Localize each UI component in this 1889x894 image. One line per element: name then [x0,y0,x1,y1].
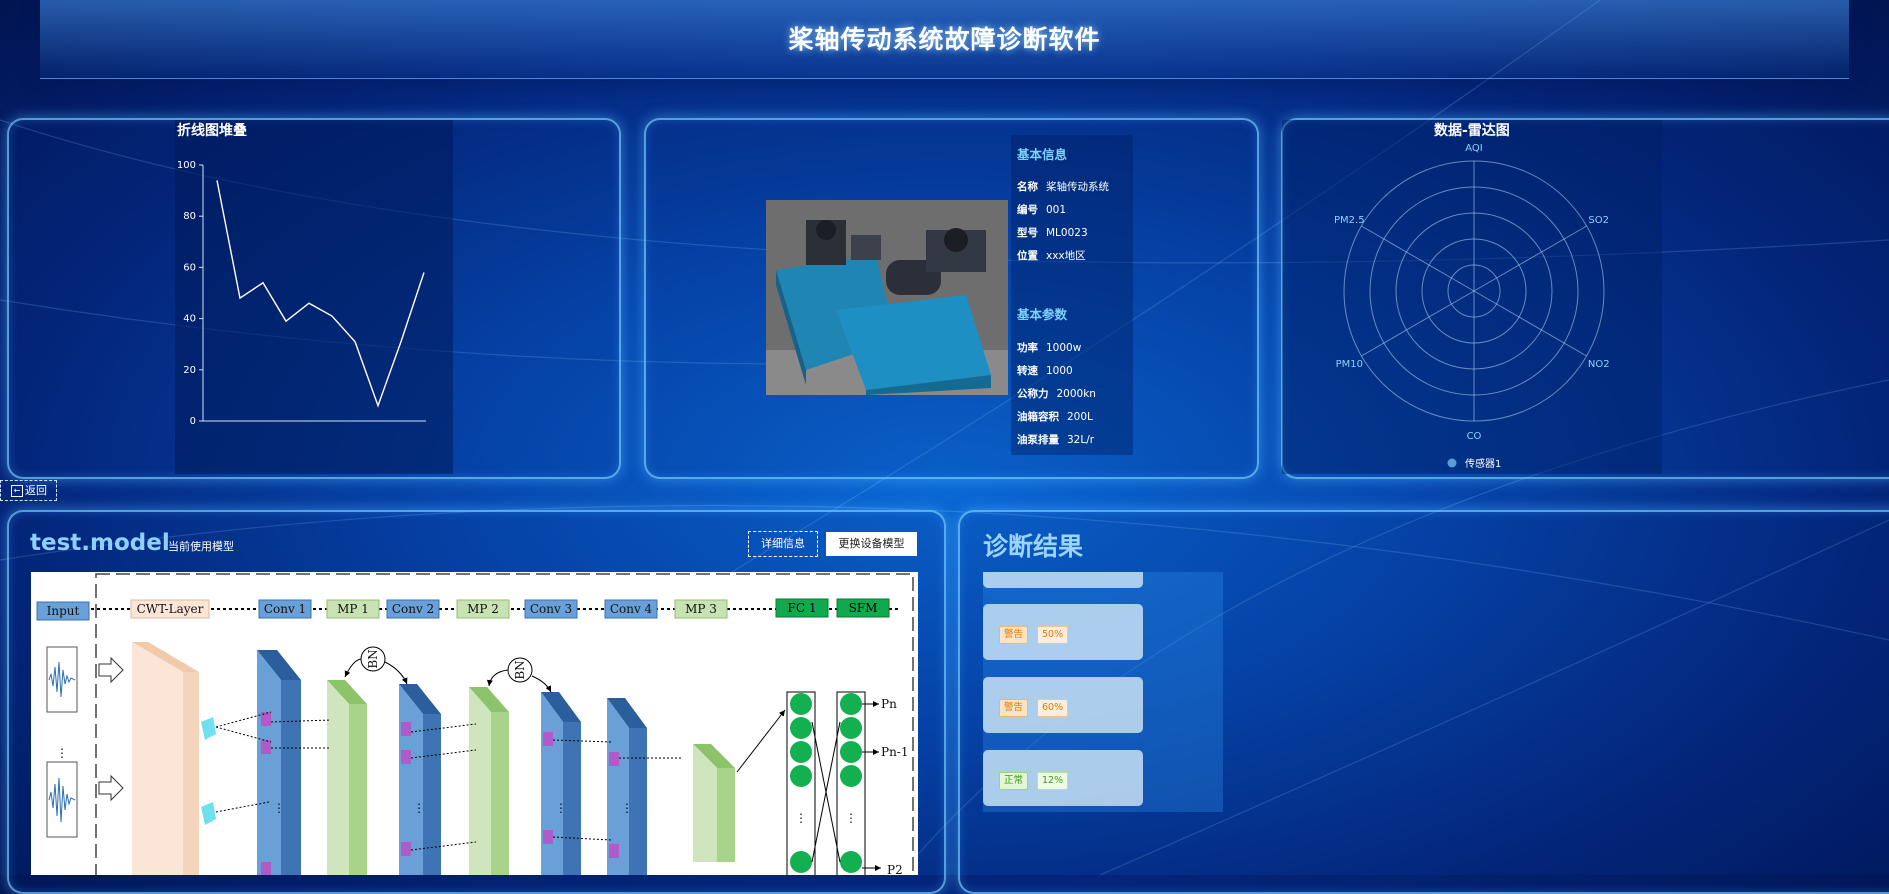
info-key: 名称 [1017,181,1038,193]
radar-spoke [1474,226,1587,291]
conv4-label: Conv 4 [610,602,653,616]
svg-text:Pn: Pn [881,697,897,711]
info-row: 编号 001 [1017,202,1066,217]
app-title: 桨轴传动系统故障诊断软件 [0,20,1889,56]
fc1-label: FC 1 [788,601,817,615]
info-value: 1000w [1046,342,1081,354]
y-tick-label: 40 [183,314,196,325]
svg-text:BN: BN [513,660,527,679]
radar-spoke [1361,291,1474,356]
radar-indicator-label: NO2 [1588,359,1610,370]
cwt-label: CWT-Layer [137,602,204,616]
svg-text:⋮: ⋮ [621,801,633,815]
back-button[interactable]: ← 返回 [0,480,57,501]
info-key: 转速 [1017,365,1038,377]
basic-info-title: 基本信息 [1017,144,1067,163]
svg-text:⋮: ⋮ [56,746,68,760]
svg-text:Pn-1: Pn-1 [881,745,909,759]
line-chart-title: 折线图堆叠 [177,120,247,140]
info-value: 200L [1067,411,1093,423]
info-value: ML0023 [1046,227,1088,239]
info-value: xxx地区 [1046,250,1086,262]
radar-indicator-label: CO [1467,431,1482,442]
result-percent-tag: 60% [1037,699,1068,717]
info-value: 1000 [1046,365,1073,377]
info-row: 位置 xxx地区 [1017,248,1086,263]
radar-indicator-label: PM10 [1336,359,1363,370]
radar-indicator-label: PM2.5 [1334,215,1365,226]
info-key: 功率 [1017,342,1038,354]
basic-params-title: 基本参数 [1017,304,1067,323]
info-row: 油泵排量 32L/r [1017,432,1094,447]
y-tick-label: 0 [190,416,196,427]
info-key: 油泵排量 [1017,434,1059,446]
info-row: 功率 1000w [1017,340,1081,355]
info-key: 油箱容积 [1017,411,1059,423]
info-value: 桨轴传动系统 [1046,181,1109,193]
back-arrow-icon: ← [11,485,23,497]
line-series [217,180,424,405]
radar-spoke [1361,226,1474,291]
input-label: Input [47,604,80,618]
result-card[interactable]: 警告 50% [983,604,1143,660]
conv2-label: Conv 2 [392,602,434,616]
info-row: 公称力 2000kn [1017,386,1096,401]
radar-legend-marker [1448,459,1457,468]
svg-text:⋮: ⋮ [555,801,567,815]
detail-info-button[interactable]: 详细信息 [748,531,818,557]
info-row: 转速 1000 [1017,363,1073,378]
mp1-label: MP 1 [337,602,369,616]
y-tick-label: 80 [183,211,196,222]
radar-spoke [1474,291,1587,356]
radar-indicator-label: AQI [1465,143,1483,154]
info-value: 001 [1046,204,1066,216]
info-key: 编号 [1017,204,1038,216]
info-row: 型号 ML0023 [1017,225,1088,240]
y-tick-label: 100 [177,160,196,171]
radar-chart: AQI SO2 NO2 CO PM10 PM2.5 传感器1 [1282,138,1662,474]
y-tick-label: 60 [183,262,196,273]
line-chart: 0 20 40 60 80 100 [175,150,453,440]
result-card-partial [983,572,1143,588]
result-percent-tag: 12% [1037,772,1068,790]
info-row: 名称桨轴传动系统 [1017,179,1109,194]
model-name: test.model [30,530,170,556]
info-value: 2000kn [1057,388,1096,400]
result-status-tag: 警告 [999,699,1028,717]
info-key: 位置 [1017,250,1038,262]
model-architecture-diagram: Input CWT-Layer Conv 1 MP 1 Conv 2 MP 2 … [31,572,918,875]
conv3-label: Conv 3 [530,602,572,616]
switch-model-button[interactable]: 更换设备模型 [826,532,917,556]
result-status-tag: 警告 [999,626,1028,644]
result-card[interactable]: 警告 60% [983,677,1143,733]
info-key: 型号 [1017,227,1038,239]
svg-text:P2: P2 [887,863,903,875]
radar-legend-label: 传感器1 [1465,457,1501,470]
radar-title: 数据-雷达图 [1434,120,1510,140]
result-percent-tag: 50% [1037,626,1068,644]
sfm-label: SFM [849,601,878,615]
device-photo [766,200,1008,395]
results-title: 诊断结果 [983,527,1083,563]
result-card[interactable]: 正常 12% [983,750,1143,806]
back-label: 返回 [25,480,47,501]
conv1-label: Conv 1 [264,602,306,616]
info-key: 公称力 [1017,388,1049,400]
info-value: 32L/r [1067,434,1094,446]
svg-text:⋮: ⋮ [845,811,857,825]
model-subtitle: 当前使用模型 [168,538,234,554]
svg-text:⋮: ⋮ [413,801,425,815]
svg-text:⋮: ⋮ [795,811,807,825]
y-tick-label: 20 [183,365,196,376]
svg-text:⋮: ⋮ [273,801,285,815]
info-row: 油箱容积 200L [1017,409,1093,424]
svg-text:BN: BN [366,649,380,668]
mp2-label: MP 2 [467,602,499,616]
mp3-label: MP 3 [685,602,717,616]
result-status-tag: 正常 [999,772,1028,790]
radar-indicator-label: SO2 [1588,215,1609,226]
